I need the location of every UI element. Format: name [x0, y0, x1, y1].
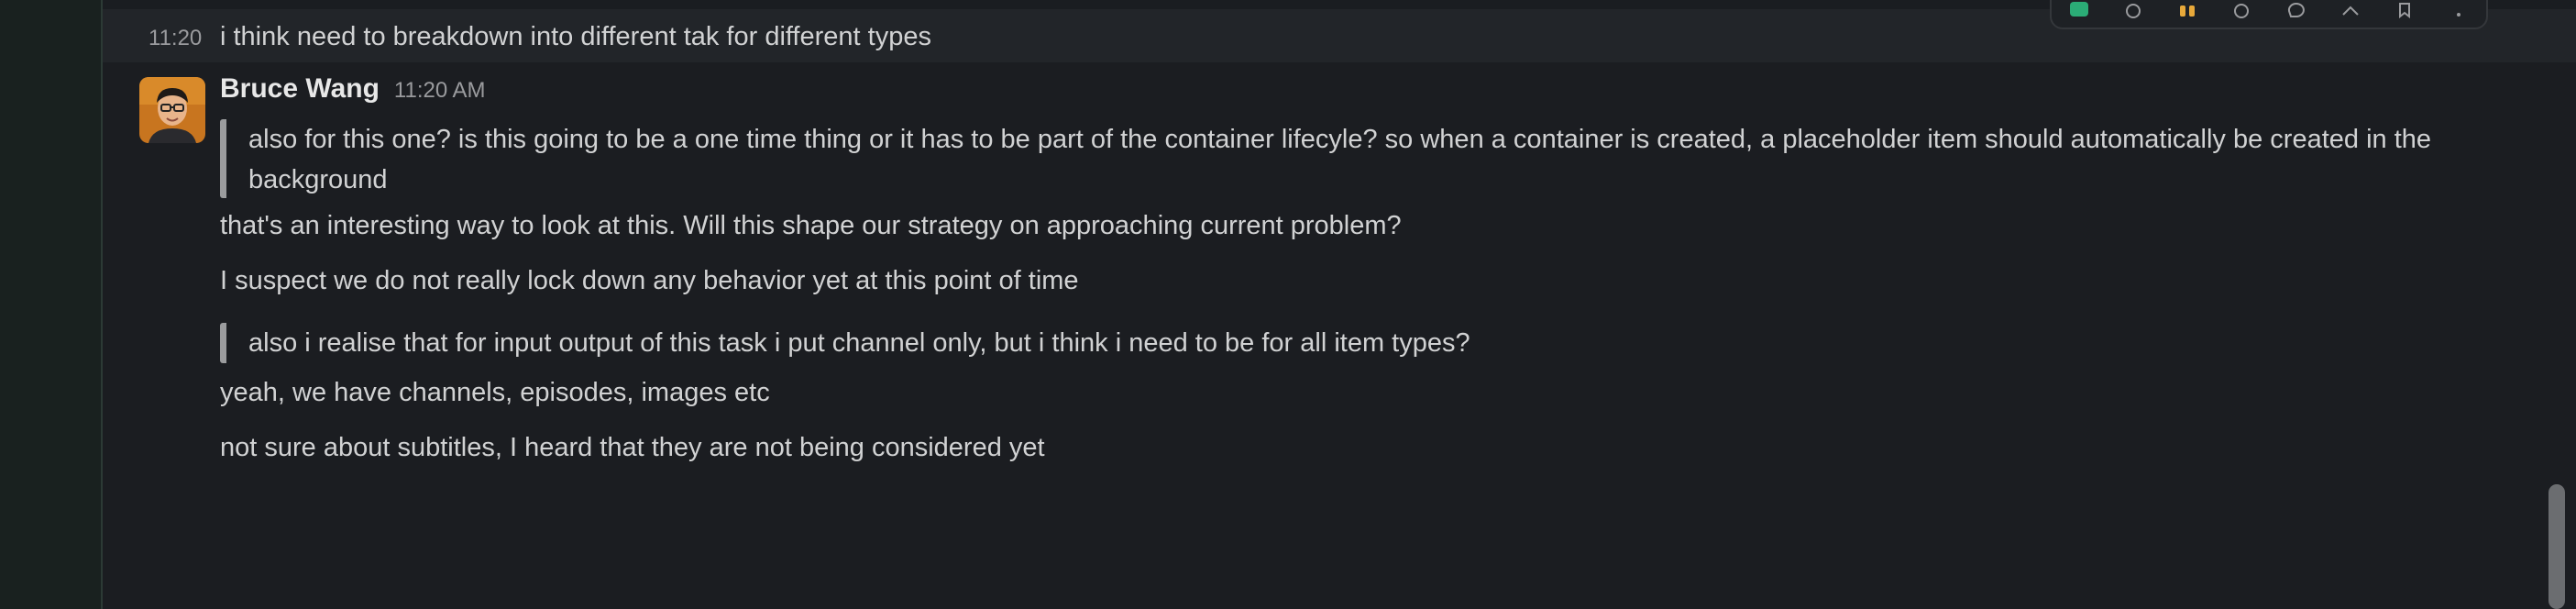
author-name[interactable]: Bruce Wang [220, 73, 380, 105]
raised-hands-icon[interactable] [2174, 0, 2200, 20]
message-text: not sure about subtitles, I heard that t… [220, 433, 1045, 462]
block-quote: also for this one? is this going to be a… [220, 119, 2567, 198]
block-quote: also i realise that for input output of … [220, 323, 2567, 363]
emoji-icon[interactable] [2120, 0, 2146, 20]
message-actions-toolbar [2050, 0, 2488, 29]
more-icon[interactable] [2446, 0, 2471, 20]
message-text: I suspect we do not really lock down any… [220, 266, 1079, 295]
message-text: that's an interesting way to look at thi… [220, 211, 1402, 240]
scrollbar[interactable] [2548, 0, 2565, 609]
message-pane: 11:20 i think need to breakdown into dif… [103, 0, 2576, 609]
reply-thread-icon[interactable] [2284, 0, 2309, 20]
workspace-sidebar [0, 0, 101, 609]
quote-text: also i realise that for input output of … [248, 328, 1470, 358]
message-timestamp[interactable]: 11:20 AM [394, 78, 486, 104]
avatar[interactable] [139, 77, 205, 143]
bookmark-icon[interactable] [2392, 0, 2417, 20]
quote-text: also for this one? is this going to be a… [248, 125, 2432, 194]
message-header: Bruce Wang 11:20 AM [220, 73, 486, 105]
message-text: i think need to breakdown into different… [220, 22, 931, 51]
scrollbar-thumb[interactable] [2548, 484, 2565, 609]
forward-icon[interactable] [2338, 0, 2363, 20]
slack-app: 11:20 i think need to breakdown into dif… [0, 0, 2576, 609]
message-text: yeah, we have channels, episodes, images… [220, 378, 770, 407]
check-reaction-icon[interactable] [2066, 0, 2092, 20]
add-reaction-icon[interactable] [2229, 0, 2254, 20]
message-timestamp[interactable]: 11:20 [149, 26, 202, 51]
